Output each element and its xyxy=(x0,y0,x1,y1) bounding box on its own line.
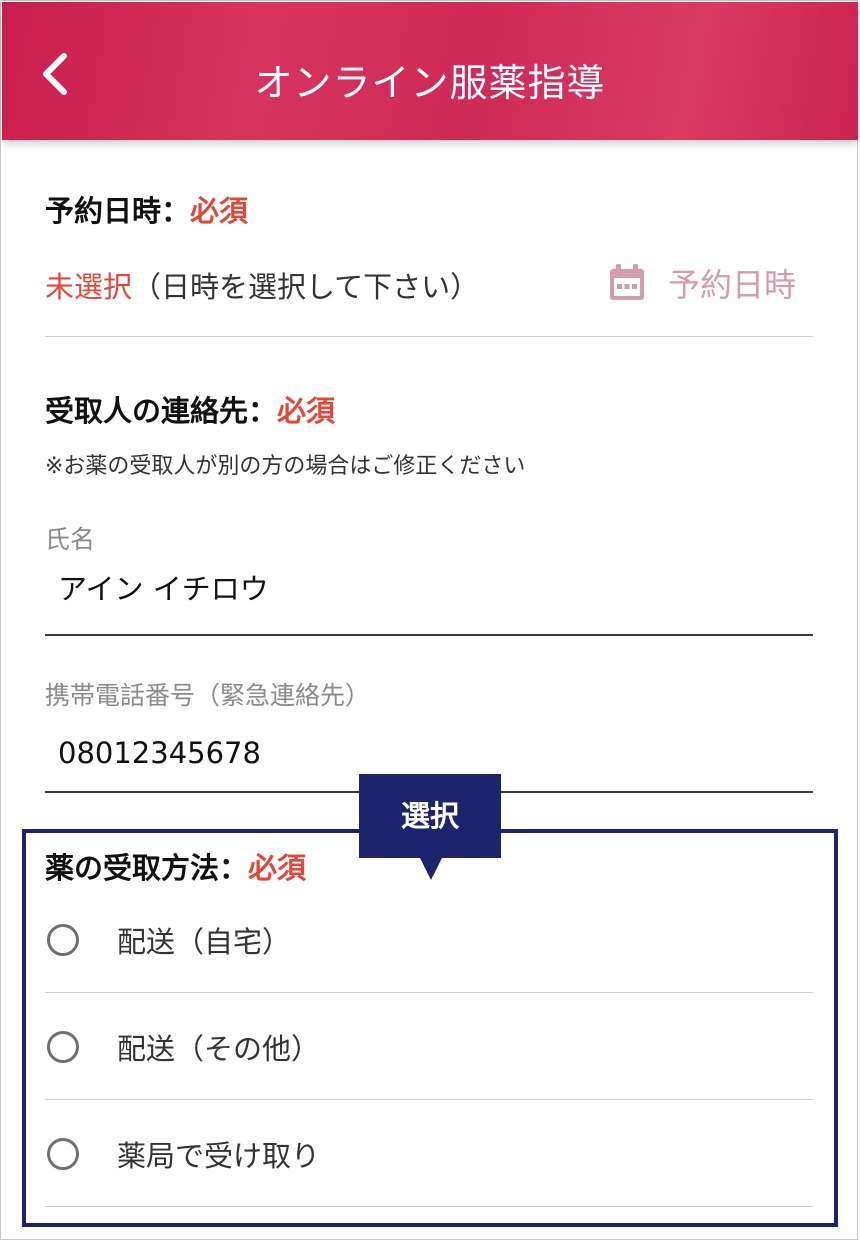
divider xyxy=(45,1206,813,1207)
radio-button[interactable] xyxy=(47,1031,79,1063)
divider xyxy=(45,336,813,337)
callout-pointer xyxy=(420,858,442,880)
radio-button[interactable] xyxy=(47,1138,79,1170)
divider xyxy=(45,1099,813,1100)
method-section-title: 薬の受取方法：必須 xyxy=(45,845,306,887)
name-field-underline xyxy=(45,634,813,636)
reservation-hint-text: （日時を選択して下さい） xyxy=(132,270,480,304)
phone-label: 携帯電話番号（緊急連絡先） xyxy=(45,681,371,710)
radio-option-other-delivery[interactable]: 配送（その他） xyxy=(45,1007,813,1087)
callout-label: 選択 xyxy=(359,774,501,858)
app-bar: オンライン服薬指導 xyxy=(2,2,858,140)
reservation-status: 未選択（日時を選択して下さい） xyxy=(45,264,479,306)
name-label: 氏名 xyxy=(45,525,96,554)
divider xyxy=(45,992,813,993)
method-title-text: 薬の受取方法： xyxy=(45,851,249,885)
method-required-badge: 必須 xyxy=(248,851,307,885)
reservation-date-button-label: 予約日時 xyxy=(668,266,797,304)
radio-option-label: 薬局で受け取り xyxy=(117,1139,321,1173)
name-field[interactable] xyxy=(45,556,813,618)
reservation-section-title: 予約日時：必須 xyxy=(45,188,248,230)
radio-option-label: 配送（その他） xyxy=(117,1032,321,1066)
page-title: オンライン服薬指導 xyxy=(254,61,606,105)
recipient-title-text: 受取人の連絡先： xyxy=(45,394,278,428)
radio-option-label: 配送（自宅） xyxy=(117,925,292,959)
recipient-section-title: 受取人の連絡先：必須 xyxy=(45,388,335,430)
radio-button[interactable] xyxy=(47,924,79,956)
calendar-icon xyxy=(610,264,644,300)
recipient-required-badge: 必須 xyxy=(277,394,336,428)
reservation-date-button[interactable]: 予約日時 xyxy=(606,258,796,308)
radio-option-pharmacy-pickup[interactable]: 薬局で受け取り xyxy=(45,1114,813,1194)
reservation-required-badge: 必須 xyxy=(190,194,249,228)
radio-option-home-delivery[interactable]: 配送（自宅） xyxy=(45,900,813,980)
reservation-title-text: 予約日時： xyxy=(45,194,191,228)
reservation-unselected-text: 未選択 xyxy=(45,270,133,304)
recipient-note: ※お薬の受取人が別の方の場合はご修正ください xyxy=(45,454,526,479)
